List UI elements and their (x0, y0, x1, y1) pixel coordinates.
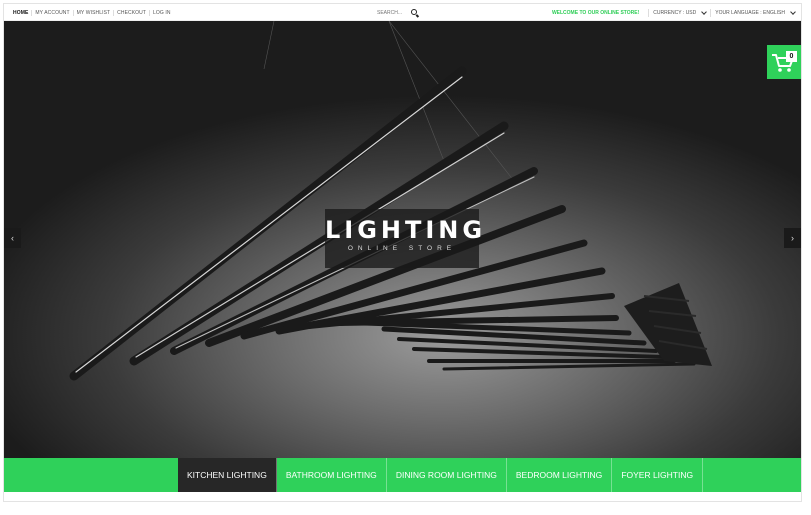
nav-my-account-link[interactable]: MY ACCOUNT (32, 10, 72, 16)
currency-dropdown[interactable]: CURRENCY : USD (653, 8, 708, 16)
store-logo-banner: LIGHTING ONLINE STORE (325, 209, 487, 268)
category-kitchen-lighting[interactable]: KITCHEN LIGHTING (178, 458, 277, 492)
nav-home-link[interactable]: HOME (10, 10, 31, 16)
banner-subtitle: ONLINE STORE (347, 245, 457, 252)
category-bedroom-lighting[interactable]: BEDROOM LIGHTING (507, 458, 613, 492)
top-right-controls: WELCOME TO OUR ONLINE STORE! CURRENCY : … (551, 4, 796, 21)
language-label: YOUR LANGUAGE : ENGLISH (715, 9, 785, 16)
chevron-down-icon (701, 8, 708, 15)
slider-next-button[interactable]: › (784, 228, 801, 248)
cart-count-badge: 0 (786, 51, 797, 62)
divider (710, 8, 712, 17)
page-frame: HOME MY ACCOUNT MY WISHLIST CHECKOUT LOG… (3, 3, 802, 502)
category-bar: KITCHEN LIGHTING BATHROOM LIGHTING DININ… (4, 458, 801, 492)
chevron-right-icon: › (791, 233, 794, 243)
cart-button[interactable]: 0 (767, 45, 801, 79)
welcome-message: WELCOME TO OUR ONLINE STORE! (551, 9, 640, 16)
nav-checkout-link[interactable]: CHECKOUT (114, 10, 149, 16)
search-icon[interactable] (410, 8, 420, 18)
divider (648, 8, 650, 17)
chevron-left-icon: ‹ (11, 233, 14, 243)
category-bathroom-lighting[interactable]: BATHROOM LIGHTING (277, 458, 387, 492)
nav-my-wishlist-link[interactable]: MY WISHLIST (74, 10, 114, 16)
bottom-strip (4, 492, 801, 501)
top-bar: HOME MY ACCOUNT MY WISHLIST CHECKOUT LOG… (4, 4, 801, 21)
slider-prev-button[interactable]: ‹ (4, 228, 21, 248)
language-dropdown[interactable]: YOUR LANGUAGE : ENGLISH (715, 8, 796, 16)
search-input[interactable] (368, 9, 402, 16)
hero-slider: ‹ › LIGHTING ONLINE STORE (4, 21, 801, 458)
category-foyer-lighting[interactable]: FOYER LIGHTING (612, 458, 704, 492)
search-bar (368, 4, 420, 21)
category-dining-room-lighting[interactable]: DINING ROOM LIGHTING (387, 458, 507, 492)
currency-label: CURRENCY : USD (653, 9, 697, 16)
banner-title: LIGHTING (325, 216, 487, 244)
category-nav: KITCHEN LIGHTING BATHROOM LIGHTING DININ… (178, 458, 704, 492)
chevron-down-icon (790, 8, 796, 15)
nav-log-in-link[interactable]: LOG IN (150, 10, 174, 16)
top-nav: HOME MY ACCOUNT MY WISHLIST CHECKOUT LOG… (10, 4, 174, 21)
